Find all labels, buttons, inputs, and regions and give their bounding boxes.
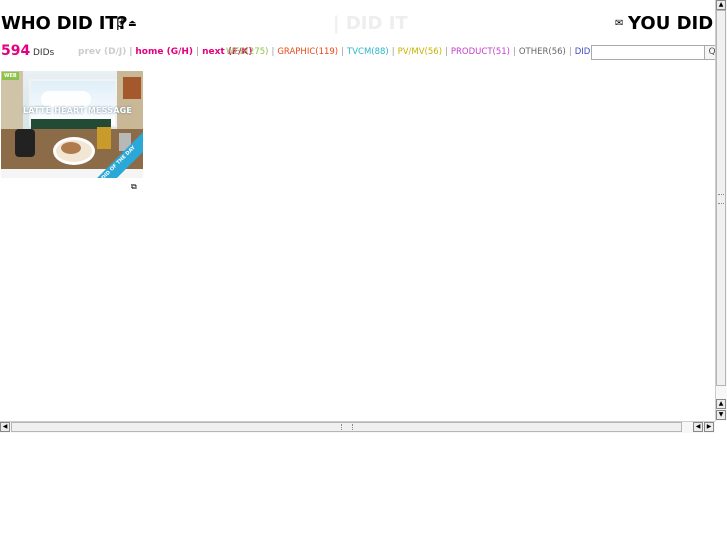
search-button[interactable]: Q	[704, 45, 715, 60]
home-icon[interactable]: ⏏	[128, 19, 137, 29]
separator: |	[445, 47, 448, 57]
category-pvmv[interactable]: PV/MV(56)	[398, 47, 442, 57]
did-count: 594	[1, 43, 31, 59]
thumb-board	[123, 77, 141, 99]
separator: |	[271, 47, 275, 57]
scroll-right-button[interactable]: ▶	[704, 422, 714, 432]
category-tvcm[interactable]: TVCM(88)	[347, 47, 389, 57]
scroll-left-button[interactable]: ◀	[0, 422, 10, 432]
thumb-jar	[97, 127, 111, 149]
separator: |	[129, 47, 133, 57]
scroll-left-button-right[interactable]: ◀	[693, 422, 703, 432]
copy-icon[interactable]: ⧉	[131, 183, 139, 191]
i-did-it-link[interactable]: | DID IT	[333, 13, 408, 34]
category-product[interactable]: PRODUCT(51)	[451, 47, 510, 57]
prev-link[interactable]: prev (D/J)	[78, 47, 126, 57]
thumb-kettle	[15, 129, 35, 157]
site-logo[interactable]: WHO DID IT?	[1, 13, 128, 34]
separator: |	[196, 47, 200, 57]
work-thumbnail[interactable]: LATTE HEART MESSAGE WEB DID OF THE DAY	[1, 71, 143, 178]
thumb-title: LATTE HEART MESSAGE	[23, 106, 133, 115]
category-other[interactable]: OTHER(56)	[519, 47, 566, 57]
separator: |	[568, 47, 572, 57]
did-count-label: DIDs	[33, 48, 55, 58]
horizontal-grip-icon	[341, 424, 353, 430]
separator: |	[512, 47, 516, 57]
mail-icon[interactable]: ✉	[615, 18, 623, 29]
beta-mark: β	[116, 16, 125, 31]
category-filter: WEB(275) | GRAPHIC(119) | TVCM(88) | PV/MV(56)…	[226, 47, 619, 57]
scroll-down-button[interactable]: ▼	[716, 410, 726, 420]
thumb-latte	[61, 142, 81, 154]
scroll-up-button[interactable]: ▲	[716, 0, 726, 10]
search-input[interactable]	[591, 45, 705, 60]
you-did-it-link[interactable]: YOU DID IT	[628, 13, 715, 34]
thumb-category-badge: WEB	[2, 72, 19, 80]
thumb-wall	[1, 71, 23, 131]
thumb-cloud	[41, 91, 91, 107]
home-link[interactable]: home (G/H)	[135, 47, 193, 57]
separator: |	[341, 47, 344, 57]
category-graphic[interactable]: GRAPHIC(119)	[277, 47, 338, 57]
page-viewport: WHO DID IT? β ⏏ | DID IT ✉ YOU DID IT 59…	[0, 0, 715, 421]
separator: |	[391, 47, 395, 57]
scroll-up-button-lower[interactable]: ▲	[716, 399, 726, 409]
category-web[interactable]: WEB(275)	[226, 47, 268, 57]
vertical-grip-icon	[718, 194, 724, 204]
